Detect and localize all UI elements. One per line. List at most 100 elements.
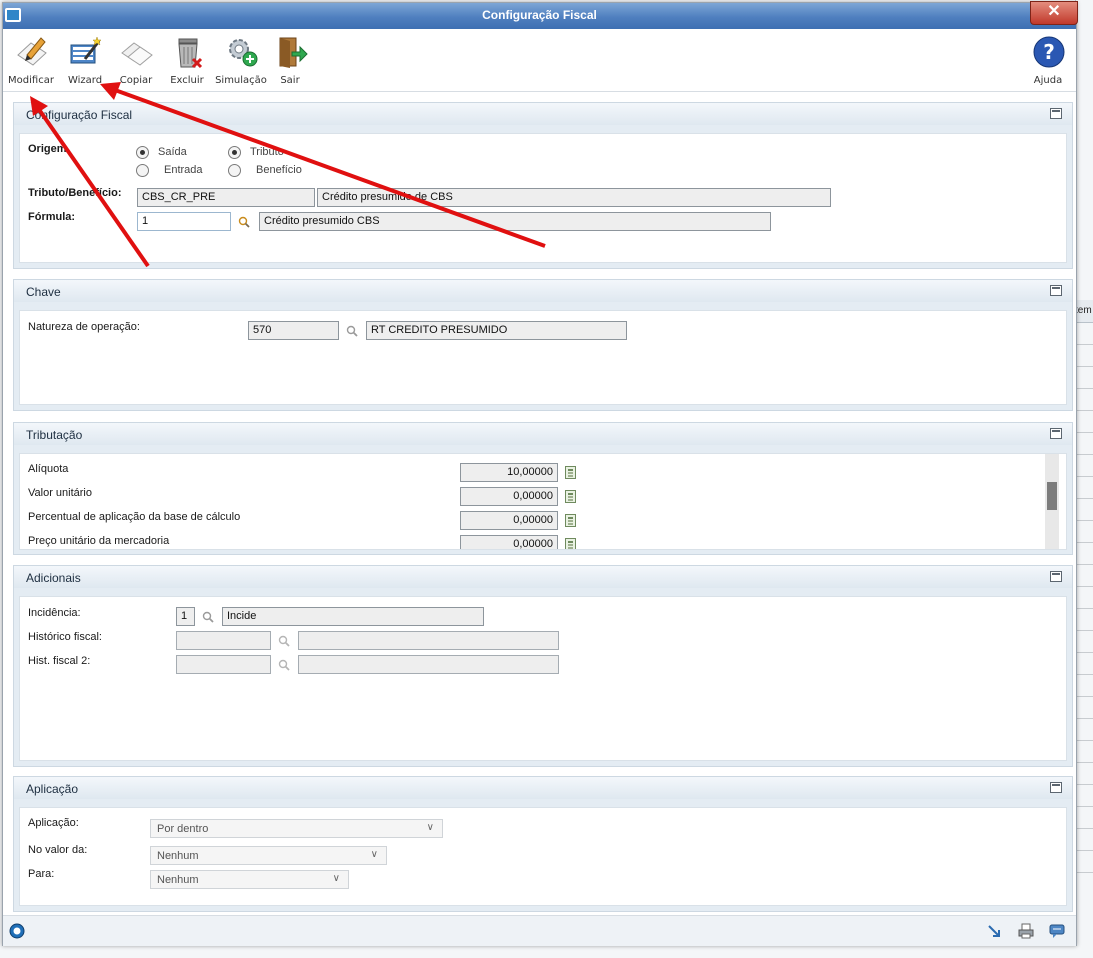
hist-fiscal-2-code-field[interactable]	[176, 655, 271, 674]
background-row	[1075, 872, 1093, 873]
exit-door-icon	[279, 37, 308, 68]
formula-code-input[interactable]: 1	[137, 212, 231, 231]
chevron-down-icon: ∨	[426, 822, 434, 833]
aplicacao-select-value: Por dentro	[157, 823, 209, 835]
background-row	[1075, 344, 1093, 345]
search-icon[interactable]	[238, 216, 250, 228]
incidencia-code-field[interactable]: 1	[176, 607, 195, 626]
exit-button[interactable]: Sair	[264, 33, 316, 89]
radio-entrada[interactable]	[136, 164, 149, 177]
percentual-base-field[interactable]: 0,00000	[460, 511, 558, 530]
gear-simulation-icon	[229, 39, 258, 67]
help-button[interactable]: ? Ajuda	[1022, 33, 1074, 89]
chave-body: Natureza de operação: 570 RT CREDITO PRE…	[19, 310, 1067, 405]
wizard-wand-icon	[70, 36, 102, 64]
search-icon[interactable]	[278, 635, 290, 647]
fiscal-config-window: Configuração Fiscal ✕ Modificar Wizard C…	[2, 1, 1078, 946]
radio-entrada-label: Entrada	[164, 164, 203, 176]
adicionais-body: Incidência: 1 Incide Histórico fiscal: H…	[19, 596, 1067, 761]
status-bar	[3, 915, 1076, 946]
help-question-icon: ?	[1033, 36, 1065, 68]
background-row	[1075, 564, 1093, 565]
no-valor-select[interactable]: Nenhum ∨	[150, 846, 387, 865]
chevron-down-icon: ∨	[332, 873, 340, 884]
config-fiscal-title: Configuração Fiscal	[26, 108, 133, 122]
aplicacao-panel: Aplicação Aplicação: Por dentro ∨ No val…	[13, 776, 1073, 912]
natureza-code-field[interactable]: 570	[248, 321, 339, 340]
aplicacao-title: Aplicação	[26, 782, 79, 796]
calculator-icon[interactable]	[565, 490, 576, 503]
collapse-icon[interactable]	[1050, 108, 1062, 119]
edit-pencil-icon	[17, 37, 47, 66]
formula-desc-field: Crédito presumido CBS	[259, 212, 771, 231]
window-title: Configuração Fiscal	[482, 8, 597, 22]
radio-tributo[interactable]	[228, 146, 241, 159]
config-fiscal-header: Configuração Fiscal	[14, 103, 1072, 125]
print-icon[interactable]	[1018, 923, 1034, 939]
background-row	[1075, 674, 1093, 675]
aliquota-field[interactable]: 10,00000	[460, 463, 558, 482]
background-row	[1075, 652, 1093, 653]
adicionais-header: Adicionais	[14, 566, 1072, 588]
collapse-icon[interactable]	[1050, 571, 1062, 582]
radio-saida[interactable]	[136, 146, 149, 159]
hist-fiscal-2-desc-field	[298, 655, 559, 674]
collapse-icon[interactable]	[1050, 285, 1062, 296]
historico-fiscal-desc-field	[298, 631, 559, 650]
calculator-icon[interactable]	[565, 466, 576, 479]
preco-unitario-field[interactable]: 0,00000	[460, 535, 558, 549]
radio-beneficio[interactable]	[228, 164, 241, 177]
formula-label: Fórmula:	[28, 211, 76, 223]
modify-button[interactable]: Modificar	[5, 33, 57, 89]
background-panel-edge	[1075, 0, 1093, 300]
background-row	[1075, 850, 1093, 851]
tributo-code-field[interactable]: CBS_CR_PRE	[137, 188, 315, 207]
no-valor-label: No valor da:	[28, 844, 88, 856]
close-button[interactable]: ✕	[1030, 1, 1078, 25]
aliquota-label: Alíquota	[28, 463, 69, 475]
chave-header: Chave	[14, 280, 1072, 302]
collapse-icon[interactable]	[1050, 782, 1062, 793]
origem-label: Origem	[28, 143, 67, 155]
background-grid-header: tem	[1075, 300, 1093, 323]
scrollbar-thumb[interactable]	[1047, 482, 1057, 510]
help-label: Ajuda	[1033, 75, 1063, 86]
para-select[interactable]: Nenhum ∨	[150, 870, 349, 889]
toolbar: Modificar Wizard Copiar Excluir Simulaçã…	[3, 29, 1076, 92]
background-row	[1075, 520, 1093, 521]
aplicacao-select[interactable]: Por dentro ∨	[150, 819, 443, 838]
collapse-icon[interactable]	[1050, 428, 1062, 439]
search-icon[interactable]	[202, 611, 214, 623]
expand-arrow-icon[interactable]	[986, 923, 1002, 939]
calculator-icon[interactable]	[565, 514, 576, 527]
background-row	[1075, 542, 1093, 543]
radio-saida-label: Saída	[158, 146, 187, 158]
search-icon[interactable]	[278, 659, 290, 671]
trash-icon	[178, 38, 203, 69]
para-label: Para:	[28, 868, 55, 880]
chevron-down-icon: ∨	[370, 849, 378, 860]
tributacao-scrollbar[interactable]	[1045, 454, 1059, 549]
copy-icon	[121, 42, 153, 66]
preco-unitario-label: Preço unitário da mercadoria	[28, 535, 170, 547]
status-globe-icon[interactable]	[9, 923, 25, 939]
background-column-header: tem	[1075, 305, 1092, 316]
aplicacao-body: Aplicação: Por dentro ∨ No valor da: Nen…	[19, 807, 1067, 906]
delete-button[interactable]: Excluir	[161, 33, 213, 89]
calculator-icon[interactable]	[565, 538, 576, 549]
tributo-label: Tributo/Benefício:	[28, 187, 122, 199]
natureza-label: Natureza de operação:	[28, 321, 140, 333]
tributacao-title: Tributação	[26, 428, 83, 442]
incidencia-desc-field: Incide	[222, 607, 484, 626]
exit-label: Sair	[280, 75, 300, 86]
adicionais-title: Adicionais	[26, 571, 81, 585]
search-icon[interactable]	[346, 325, 358, 337]
chat-icon[interactable]	[1049, 923, 1065, 939]
config-fiscal-panel: Configuração Fiscal Origem Saída Entrada…	[13, 102, 1073, 269]
aplicacao-label: Aplicação:	[28, 817, 79, 829]
valor-unitario-field[interactable]: 0,00000	[460, 487, 558, 506]
svg-text:?: ?	[1043, 40, 1055, 64]
background-row	[1075, 608, 1093, 609]
historico-fiscal-code-field[interactable]	[176, 631, 271, 650]
background-row	[1075, 366, 1093, 367]
